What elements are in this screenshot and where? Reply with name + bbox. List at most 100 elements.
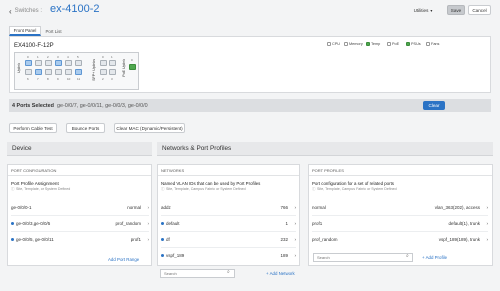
legend-poe: PoE [387, 42, 399, 46]
switch-model: EX4100-F-12P [14, 43, 54, 49]
tab-front-panel[interactable]: Front Panel [9, 26, 41, 36]
port-xe-0-1-0[interactable] [100, 60, 107, 66]
networks-section-header: Networks & Port Profiles [157, 142, 493, 156]
switch-chassis: Uplink 0 1 2 3 4 5 6 7 8 9 10 11 SFP+ Up… [14, 52, 139, 90]
port-ge-0-0-11[interactable] [75, 69, 82, 75]
add-profile-link[interactable]: + Add Profile [422, 255, 447, 260]
temp-icon [366, 42, 370, 46]
network-row[interactable]: addz 766 › [161, 205, 296, 210]
port-ge-0-0-7[interactable] [35, 69, 42, 75]
port-config-header: PORT CONFIGURATION [11, 168, 57, 173]
chevron-right-icon: › [486, 205, 489, 210]
status-dot [161, 254, 164, 258]
utilities-dropdown[interactable]: Utilities ▾ [408, 6, 438, 15]
search-icon: ⌕ [406, 253, 409, 259]
device-section-header: Device [7, 142, 152, 156]
networks-card: NETWORKS Named VLAN IDs that can be used… [157, 164, 300, 266]
info-icon: ⓘ [312, 187, 316, 191]
cable-test-button[interactable]: Perform Cable Test [9, 123, 57, 133]
port-xe-0-1-3[interactable] [109, 69, 116, 75]
chevron-right-icon: › [147, 205, 150, 210]
port-ge-0-0-5[interactable] [75, 60, 82, 66]
networks-subtitle: Site, Template, Campus Fabric or System … [166, 187, 246, 191]
legend-psus: PSUs [406, 42, 421, 46]
chevron-right-icon: › [486, 221, 489, 226]
cancel-button[interactable]: Cancel [468, 5, 491, 15]
port-range-row[interactable]: ge-0/0/5, ge-0/0/11 prof1 › [11, 237, 149, 242]
cpu-icon [327, 42, 331, 46]
psu-icon [406, 42, 410, 46]
add-network-link[interactable]: + Add Network [266, 271, 295, 276]
clear-selection-button[interactable]: Clear [423, 101, 445, 110]
port-profile-row[interactable]: prof_random vspf_189(189), trunk › [312, 237, 488, 242]
chevron-right-icon: › [294, 237, 297, 242]
networks-header: NETWORKS [161, 168, 185, 173]
port-profile-row[interactable]: prof1 default(1), trunk › [312, 221, 488, 226]
port-ge-0-0-3[interactable] [55, 60, 62, 66]
port-profiles-header: PORT PROFILES [312, 168, 344, 173]
chevron-right-icon: › [294, 221, 297, 226]
selected-ports: ge-0/0/7, ge-0/0/11, ge-0/0/3, ge-0/0/0 [56, 102, 148, 109]
poe-uplink-group-label: PoE Uplink [122, 59, 126, 77]
plus-icon: + [266, 271, 269, 276]
port-profiles-title: Port configuration for a set of related … [312, 181, 395, 186]
tab-port-list[interactable]: Port List [41, 26, 66, 36]
search-icon: ⌕ [227, 269, 230, 275]
poe-icon [387, 42, 391, 46]
clear-mac-button[interactable]: Clear MAC (Dynamic/Persistent) [114, 123, 185, 133]
port-xe-0-1-2[interactable] [100, 69, 107, 75]
port-config-title: Port Profile Assignment [11, 181, 59, 186]
status-dot [161, 238, 164, 242]
legend-temp: Temp [366, 42, 380, 46]
port-ge-0-0-1[interactable] [35, 60, 42, 66]
port-configuration-card: PORT CONFIGURATION Port Profile Assignme… [7, 164, 152, 266]
port-config-subtitle: Site, Template, or System Defined [16, 187, 71, 191]
port-profiles-card: PORT PROFILES Port configuration for a s… [308, 164, 493, 266]
back-link[interactable]: ‹ Switches : [9, 5, 42, 17]
fan-icon [426, 42, 430, 46]
info-icon: ⓘ [161, 187, 165, 191]
port-ge-0-0-4[interactable] [65, 60, 72, 66]
status-dot [11, 238, 14, 242]
plus-icon: + [422, 255, 425, 260]
port-range-row[interactable]: ge-0/0/0-1 normal › [11, 205, 149, 210]
uplink-group-label: Uplink [17, 63, 21, 73]
status-dot [161, 222, 164, 226]
port-range-row[interactable]: ge-0/0/3,ge-0/0/5 prof_random › [11, 221, 149, 226]
network-search-input[interactable] [160, 269, 235, 278]
bounce-ports-button[interactable]: Bounce Ports [66, 123, 105, 133]
port-xe-0-1-1[interactable] [109, 60, 116, 66]
port-ge-0-0-0[interactable] [25, 60, 32, 66]
port-ge-0-0-2[interactable] [45, 60, 52, 66]
back-label: Switches : [14, 8, 43, 14]
port-poe-uplink-0[interactable] [129, 64, 136, 70]
chevron-right-icon: › [294, 253, 297, 258]
legend-memory: Memory [344, 42, 363, 46]
profile-search-input[interactable] [313, 253, 413, 262]
chevron-down-icon: ▾ [430, 8, 433, 13]
port-ge-0-0-6[interactable] [25, 69, 32, 75]
chevron-right-icon: › [147, 237, 150, 242]
port-ge-0-0-8[interactable] [45, 69, 52, 75]
chevron-right-icon: › [147, 221, 150, 226]
selection-title: 4 Ports Selected [12, 102, 54, 109]
selection-bar: 4 Ports Selected ge-0/0/7, ge-0/0/11, ge… [9, 99, 491, 112]
memory-icon [344, 42, 348, 46]
status-dot [11, 222, 14, 226]
page-title: ex-4100-2 [50, 3, 100, 15]
legend-fans: Fans [426, 42, 439, 46]
network-row[interactable]: default 1 › [161, 221, 296, 226]
networks-title: Named VLAN IDs that can be used by Port … [161, 181, 261, 186]
save-button[interactable]: Save [447, 5, 465, 15]
port-ge-0-0-10[interactable] [65, 69, 72, 75]
front-panel: EX4100-F-12P CPU Memory Temp PoE PSUs Fa… [9, 36, 491, 93]
add-port-range-link[interactable]: Add Port Range [108, 257, 139, 262]
network-row[interactable]: df 232 › [161, 237, 296, 242]
chevron-right-icon: › [486, 237, 489, 242]
port-profile-row[interactable]: normal vlan_363(202), access › [312, 205, 488, 210]
port-profiles-subtitle: Site, Template, Campus Fabric or System … [317, 187, 397, 191]
sfp-uplink-group-label: SFP+ Uplinks [92, 59, 96, 81]
port-ge-0-0-9[interactable] [55, 69, 62, 75]
info-icon: ⓘ [11, 187, 15, 191]
network-row[interactable]: vspf_189 189 › [161, 253, 296, 258]
